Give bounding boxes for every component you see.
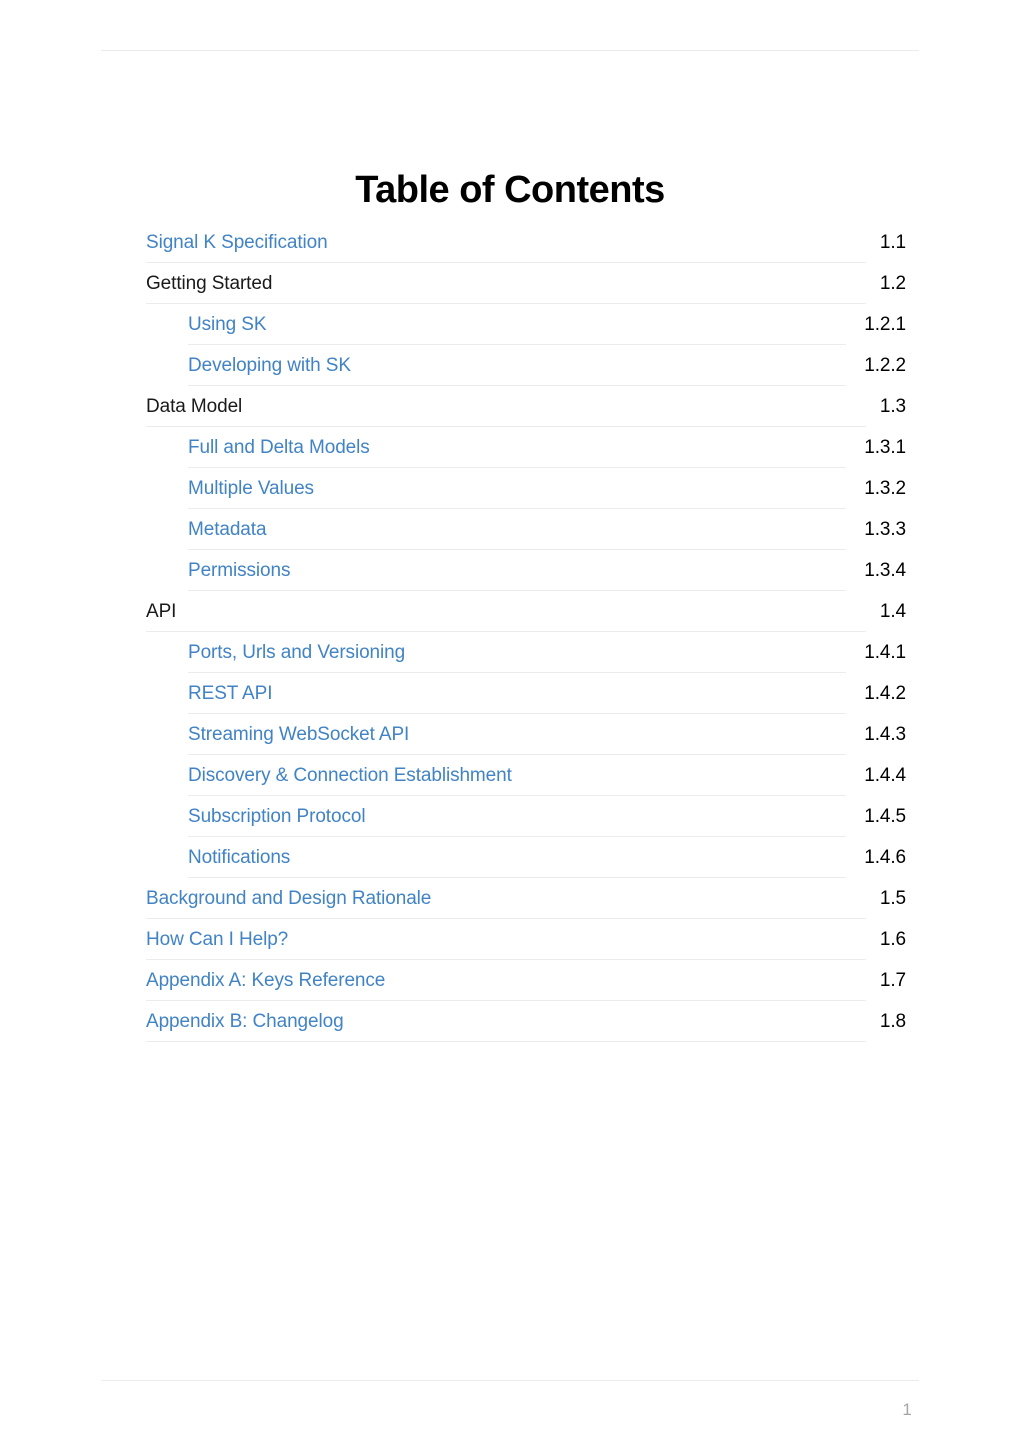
toc-entry-number: 1.4.1 [864, 642, 906, 663]
toc-entry[interactable]: Using SK 1.2.1 [146, 304, 906, 345]
toc-entry-label[interactable]: Notifications [188, 837, 290, 878]
page-header-rule [101, 50, 919, 51]
toc-entry-label[interactable]: Background and Design Rationale [146, 878, 431, 919]
toc-entry[interactable]: Signal K Specification 1.1 [146, 222, 906, 263]
toc-entry-number: 1.3.3 [864, 519, 906, 540]
toc-entry-label[interactable]: Full and Delta Models [188, 427, 370, 468]
toc-entry-number: 1.4.2 [864, 683, 906, 704]
document-page: Table of Contents Signal K Specification… [0, 0, 1020, 1442]
toc-entry-number: 1.7 [879, 970, 906, 991]
toc-entry-number: 1.4 [879, 601, 906, 622]
toc-entry: API 1.4 [146, 591, 906, 632]
toc-entry-number: 1.3.4 [864, 560, 906, 581]
toc-entry[interactable]: Appendix A: Keys Reference 1.7 [146, 960, 906, 1001]
toc-entry-label: Getting Started [146, 273, 273, 294]
toc-entry[interactable]: Metadata 1.3.3 [146, 509, 906, 550]
toc-entry[interactable]: Streaming WebSocket API 1.4.3 [146, 714, 906, 755]
page-footer-rule [101, 1380, 919, 1381]
toc-entry-label[interactable]: Appendix A: Keys Reference [146, 960, 385, 1001]
toc-entry-label: API [146, 601, 177, 622]
toc-entry-label[interactable]: Using SK [188, 304, 267, 345]
toc-entry-number: 1.8 [879, 1011, 906, 1032]
toc-entry[interactable]: Background and Design Rationale 1.5 [146, 878, 906, 919]
toc-entry-number: 1.5 [879, 888, 906, 909]
toc-entry[interactable]: Multiple Values 1.3.2 [146, 468, 906, 509]
toc-entry: Getting Started 1.2 [146, 263, 906, 304]
toc-entry-number: 1.2.2 [864, 355, 906, 376]
toc-entry-label[interactable]: Discovery & Connection Establishment [188, 755, 512, 796]
toc-entry[interactable]: Discovery & Connection Establishment 1.4.… [146, 755, 906, 796]
toc-entry-label[interactable]: Permissions [188, 550, 290, 591]
toc-entry-label[interactable]: Signal K Specification [146, 222, 328, 263]
toc-entry-number: 1.4.4 [864, 765, 906, 786]
toc-entry[interactable]: Developing with SK 1.2.2 [146, 345, 906, 386]
toc-entry-number: 1.3.1 [864, 437, 906, 458]
toc-entry[interactable]: Permissions 1.3.4 [146, 550, 906, 591]
toc-entry-number: 1.4.5 [864, 806, 906, 827]
toc-entry[interactable]: Appendix B: Changelog 1.8 [146, 1001, 906, 1042]
toc-entry[interactable]: How Can I Help? 1.6 [146, 919, 906, 960]
toc-entry-number: 1.6 [879, 929, 906, 950]
toc-entry-label[interactable]: Ports, Urls and Versioning [188, 632, 405, 673]
toc-entry[interactable]: Subscription Protocol 1.4.5 [146, 796, 906, 837]
toc-entry[interactable]: Notifications 1.4.6 [146, 837, 906, 878]
toc-entry-label[interactable]: REST API [188, 673, 272, 714]
toc-entry: Data Model 1.3 [146, 386, 906, 427]
page-title: Table of Contents [355, 169, 665, 212]
toc-entry-label[interactable]: Appendix B: Changelog [146, 1001, 344, 1042]
toc-entry-label[interactable]: Developing with SK [188, 345, 351, 386]
toc-entry-number: 1.3.2 [864, 478, 906, 499]
toc-entry[interactable]: Ports, Urls and Versioning 1.4.1 [146, 632, 906, 673]
toc-entry-number: 1.1 [879, 232, 906, 253]
toc-entry-number: 1.3 [879, 396, 906, 417]
toc-entry-label: Data Model [146, 396, 243, 417]
toc-entry-label[interactable]: Streaming WebSocket API [188, 714, 409, 755]
toc-entry[interactable]: REST API 1.4.2 [146, 673, 906, 714]
toc-entry-label[interactable]: Metadata [188, 509, 267, 550]
toc-entry-label[interactable]: Subscription Protocol [188, 796, 366, 837]
toc-entry-label[interactable]: Multiple Values [188, 468, 314, 509]
toc-entry-number: 1.2.1 [864, 314, 906, 335]
page-number: 1 [902, 1400, 912, 1419]
toc-entry-number: 1.4.6 [864, 847, 906, 868]
toc-entry-number: 1.4.3 [864, 724, 906, 745]
toc-entry-separator [146, 1041, 866, 1042]
table-of-contents: Signal K Specification 1.1 Getting Started… [146, 222, 906, 1042]
toc-entry[interactable]: Full and Delta Models 1.3.1 [146, 427, 906, 468]
toc-entry-number: 1.2 [879, 273, 906, 294]
toc-entry-label[interactable]: How Can I Help? [146, 919, 288, 960]
